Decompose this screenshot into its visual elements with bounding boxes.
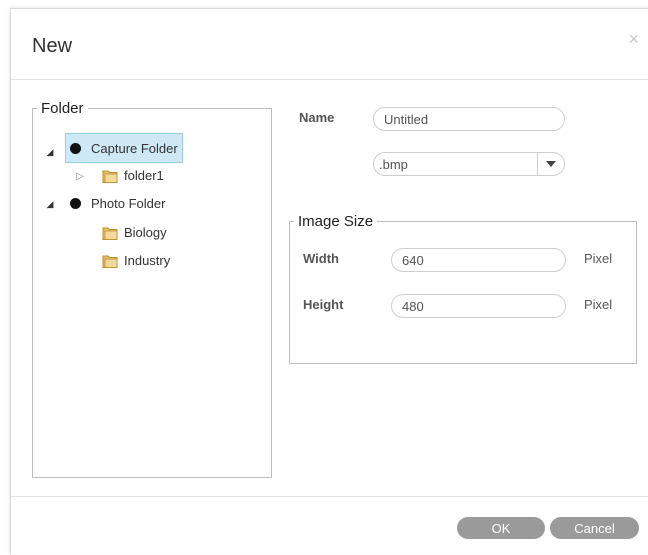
tree-node-photo-folder[interactable]: Photo Folder bbox=[70, 191, 165, 215]
expand-arrow-icon[interactable]: ◢ bbox=[45, 147, 55, 158]
image-size-legend: Image Size bbox=[298, 213, 374, 230]
height-label: Height bbox=[303, 297, 344, 312]
dialog-title-bar: New × bbox=[11, 9, 648, 80]
tree-node-label: Biology bbox=[124, 224, 167, 240]
folder-panel: Folder ◢ Capture Folder ▷ folder1 ◢ Phot… bbox=[32, 100, 272, 478]
width-unit: Pixel bbox=[584, 251, 613, 266]
height-unit: Pixel bbox=[584, 297, 613, 312]
tree-node-folder1[interactable]: folder1 bbox=[102, 163, 164, 187]
image-size-panel: Image Size bbox=[289, 213, 637, 364]
height-input[interactable] bbox=[391, 294, 566, 318]
width-input[interactable] bbox=[391, 248, 566, 272]
dot-icon bbox=[70, 142, 81, 154]
tree-node-label: Capture Folder bbox=[91, 140, 178, 156]
dialog-title: New bbox=[32, 35, 73, 57]
tree-node-industry[interactable]: Industry bbox=[102, 248, 170, 272]
chevron-down-icon[interactable] bbox=[537, 153, 564, 175]
ok-button[interactable]: OK bbox=[457, 517, 545, 539]
tree-node-capture-folder[interactable]: Capture Folder bbox=[65, 133, 183, 163]
tree-node-label: folder1 bbox=[124, 167, 164, 183]
tree-node-biology[interactable]: Biology bbox=[102, 220, 167, 244]
close-icon[interactable]: × bbox=[628, 29, 639, 50]
expand-arrow-icon[interactable]: ◢ bbox=[45, 199, 55, 210]
new-dialog: New × Folder ◢ Capture Folder ▷ folder1 … bbox=[10, 8, 648, 554]
collapse-arrow-icon[interactable]: ▷ bbox=[75, 171, 85, 182]
format-select[interactable]: .bmp bbox=[373, 152, 565, 176]
folder-icon bbox=[102, 253, 118, 268]
dot-icon bbox=[70, 197, 81, 209]
format-select-value: .bmp bbox=[379, 156, 408, 172]
dialog-footer: OK Cancel bbox=[11, 496, 648, 555]
folder-icon bbox=[102, 225, 118, 240]
tree-node-label: Photo Folder bbox=[91, 195, 166, 211]
tree-node-label: Industry bbox=[124, 252, 171, 268]
name-label: Name bbox=[299, 110, 335, 125]
width-label: Width bbox=[303, 251, 339, 266]
cancel-button[interactable]: Cancel bbox=[550, 517, 639, 539]
name-input[interactable] bbox=[373, 107, 565, 131]
folder-icon bbox=[102, 168, 118, 183]
folder-panel-legend: Folder bbox=[41, 100, 84, 117]
